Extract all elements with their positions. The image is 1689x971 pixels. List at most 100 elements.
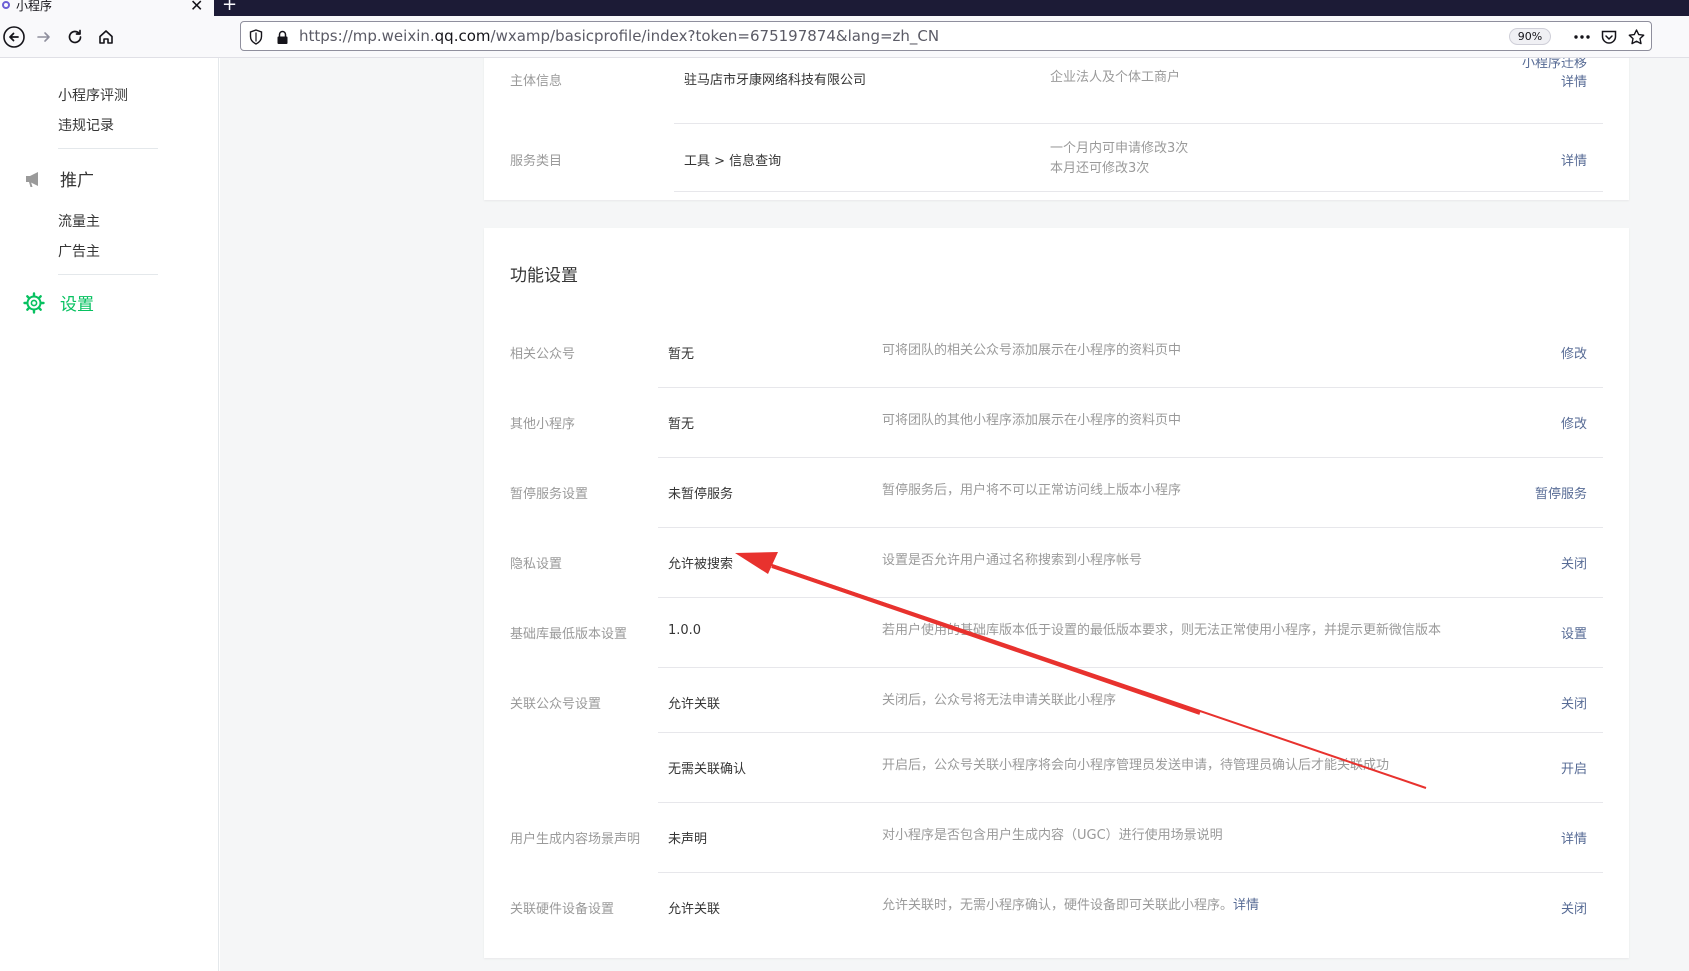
row-value: 未暂停服务 (668, 487, 734, 502)
tab-title: 小程序 (16, 0, 53, 13)
sidebar: 小程序评测 违规记录 推广 流量主 广告主 设置 (0, 58, 219, 971)
lock-icon[interactable] (273, 28, 291, 46)
row-desc-text: 若用户使用的基础库版本低于设置的最低版本要求，则无法正常使用小程序，并提示更新微… (882, 623, 1442, 638)
row-action-link[interactable]: 详情 (1561, 828, 1587, 847)
settings-row: 关联公众号设置 允许关联 关闭后，公众号将无法申请关联此小程序 关闭 (484, 668, 1629, 733)
migrate-link[interactable]: 小程序迁移 (1522, 58, 1587, 71)
browser-toolbar: https://mp.weixin.qq.com/wxamp/basicprof… (0, 16, 1689, 58)
row-label: 隐私设置 (510, 557, 563, 572)
settings-row: 无需关联确认 开启后，公众号关联小程序将会向小程序管理员发送申请，待管理员确认后才… (484, 733, 1629, 803)
browser-tab[interactable]: 小程序 ✕ (0, 0, 214, 16)
row-desc: 可将团队的其他小程序添加展示在小程序的资料页中 (882, 411, 1181, 431)
row-value: 暂无 (668, 347, 695, 362)
row-divider (674, 191, 1603, 192)
reload-button[interactable] (61, 23, 89, 51)
sidebar-item-violation-records[interactable]: 违规记录 (58, 115, 114, 135)
settings-row: 隐私设置 允许被搜索 设置是否允许用户通过名称搜索到小程序帐号 关闭 (484, 528, 1629, 598)
row-desc: 企业法人及个体工商户 (1050, 70, 1181, 85)
home-button[interactable] (92, 23, 120, 51)
sidebar-divider (58, 274, 158, 275)
inline-detail-link[interactable]: 详情 (1233, 898, 1259, 913)
row-desc-text: 设置是否允许用户通过名称搜索到小程序帐号 (882, 553, 1143, 568)
pocket-icon[interactable] (1600, 28, 1618, 46)
row-value: 无需关联确认 (668, 762, 747, 777)
row-value: 驻马店市牙康网络科技有限公司 (684, 73, 867, 88)
row-value: 工具 > 信息查询 (684, 154, 782, 169)
row-desc: 若用户使用的基础库版本低于设置的最低版本要求，则无法正常使用小程序，并提示更新微… (882, 621, 1441, 641)
zoom-level-badge[interactable]: 90% (1509, 28, 1551, 45)
row-desc-text: 允许关联时，无需小程序确认，硬件设备即可关联此小程序。 (882, 898, 1234, 913)
settings-row: 暂停服务设置 未暂停服务 暂停服务后，用户将不可以正常访问线上版本小程序 暂停服务 (484, 458, 1629, 528)
back-button[interactable] (0, 23, 28, 51)
detail-link[interactable]: 详情 (1561, 150, 1587, 169)
row-label: 暂停服务设置 (510, 487, 589, 502)
row-value: 允许关联 (668, 902, 721, 917)
megaphone-icon (22, 167, 46, 191)
row-desc: 开启后，公众号关联小程序将会向小程序管理员发送申请，待管理员确认后才能关联成功 (882, 756, 1389, 776)
sidebar-item-advertiser[interactable]: 广告主 (58, 241, 100, 261)
bookmark-star-icon[interactable] (1627, 28, 1645, 46)
settings-row: 其他小程序 暂无 可将团队的其他小程序添加展示在小程序的资料页中 修改 (484, 388, 1629, 458)
sidebar-section-promotion[interactable]: 推广 (22, 166, 94, 191)
home-icon (99, 30, 113, 44)
settings-row: 关联硬件设备设置 允许关联 允许关联时，无需小程序确认，硬件设备即可关联此小程序。详… (484, 873, 1629, 943)
settings-row: 基础库最低版本设置 1.0.0 若用户使用的基础库版本低于设置的最低版本要求，则无法… (484, 598, 1629, 668)
main-content: 主体信息 驻马店市牙康网络科技有限公司 企业法人及个体工商户 小程序迁移 详情 … (220, 58, 1689, 971)
settings-row: 相关公众号 暂无 可将团队的相关公众号添加展示在小程序的资料页中 修改 (484, 318, 1629, 388)
table-row: 主体信息 驻马店市牙康网络科技有限公司 企业法人及个体工商户 小程序迁移 详情 (484, 58, 1629, 124)
row-label: 服务类目 (510, 154, 563, 169)
row-desc: 可将团队的相关公众号添加展示在小程序的资料页中 (882, 341, 1181, 361)
tab-close-icon[interactable]: ✕ (190, 0, 203, 15)
row-action-link[interactable]: 关闭 (1561, 898, 1587, 917)
row-desc-text: 暂停服务后，用户将不可以正常访问线上版本小程序 (882, 483, 1182, 498)
row-action-link[interactable]: 开启 (1561, 758, 1587, 777)
table-row: 服务类目 工具 > 信息查询 一个月内可申请修改3次 本月还可修改3次 详情 (484, 124, 1629, 192)
row-desc: 暂停服务后，用户将不可以正常访问线上版本小程序 (882, 481, 1181, 501)
row-desc: 对小程序是否包含用户生成内容（UGC）进行使用场景说明 (882, 826, 1223, 846)
feature-settings-card: 功能设置 相关公众号 暂无 可将团队的相关公众号添加展示在小程序的资料页中 修改 其他小… (484, 228, 1629, 958)
row-desc-text: 关闭后，公众号将无法申请关联此小程序 (882, 693, 1117, 708)
row-label: 其他小程序 (510, 417, 576, 432)
row-label: 用户生成内容场景声明 (510, 832, 641, 847)
new-tab-button[interactable]: + (222, 0, 237, 15)
row-desc-text: 可将团队的相关公众号添加展示在小程序的资料页中 (882, 343, 1182, 358)
url-text[interactable]: https://mp.weixin.qq.com/wxamp/basicprof… (299, 27, 939, 45)
row-label: 主体信息 (510, 74, 563, 89)
row-action-link[interactable]: 修改 (1561, 343, 1587, 362)
browser-tab-strip: 小程序 ✕ + (0, 0, 1689, 16)
sidebar-section-settings[interactable]: 设置 (22, 290, 94, 315)
gear-icon (22, 291, 46, 315)
forward-icon (37, 32, 50, 42)
row-action-link[interactable]: 设置 (1561, 623, 1587, 642)
back-icon (3, 26, 25, 48)
row-label: 相关公众号 (510, 347, 576, 362)
row-action-link[interactable]: 关闭 (1561, 553, 1587, 572)
row-desc-text: 可将团队的其他小程序添加展示在小程序的资料页中 (882, 413, 1182, 428)
row-action-link[interactable]: 暂停服务 (1535, 483, 1587, 502)
sidebar-item-traffic-owner[interactable]: 流量主 (58, 211, 100, 231)
row-desc-line: 本月还可修改3次 (1050, 161, 1150, 176)
row-label: 关联硬件设备设置 (510, 902, 615, 917)
address-bar[interactable]: https://mp.weixin.qq.com/wxamp/basicprof… (240, 21, 1652, 51)
row-desc: 允许关联时，无需小程序确认，硬件设备即可关联此小程序。详情 (882, 896, 1259, 916)
row-label: 关联公众号设置 (510, 697, 602, 712)
row-desc: 关闭后，公众号将无法申请关联此小程序 (882, 691, 1116, 711)
detail-link[interactable]: 详情 (1561, 71, 1587, 90)
more-icon[interactable] (1573, 28, 1591, 46)
settings-row: 用户生成内容场景声明 未声明 对小程序是否包含用户生成内容（UGC）进行使用场景说明… (484, 803, 1629, 873)
sidebar-section-label: 设置 (60, 295, 94, 315)
row-action-link[interactable]: 关闭 (1561, 693, 1587, 712)
forward-button[interactable] (30, 23, 58, 51)
row-action-link[interactable]: 修改 (1561, 413, 1587, 432)
sidebar-divider (58, 148, 158, 149)
row-desc-line: 一个月内可申请修改3次 (1050, 141, 1189, 156)
card-title: 功能设置 (510, 266, 578, 286)
row-desc-text: 开启后，公众号关联小程序将会向小程序管理员发送申请，待管理员确认后才能关联成功 (882, 758, 1390, 773)
sidebar-section-label: 推广 (60, 171, 94, 191)
row-value: 允许关联 (668, 697, 721, 712)
shield-icon[interactable] (247, 28, 265, 46)
sidebar-item-mini-program-review[interactable]: 小程序评测 (58, 85, 128, 105)
reload-icon (68, 29, 82, 44)
row-value: 暂无 (668, 417, 695, 432)
row-desc: 设置是否允许用户通过名称搜索到小程序帐号 (882, 551, 1142, 571)
